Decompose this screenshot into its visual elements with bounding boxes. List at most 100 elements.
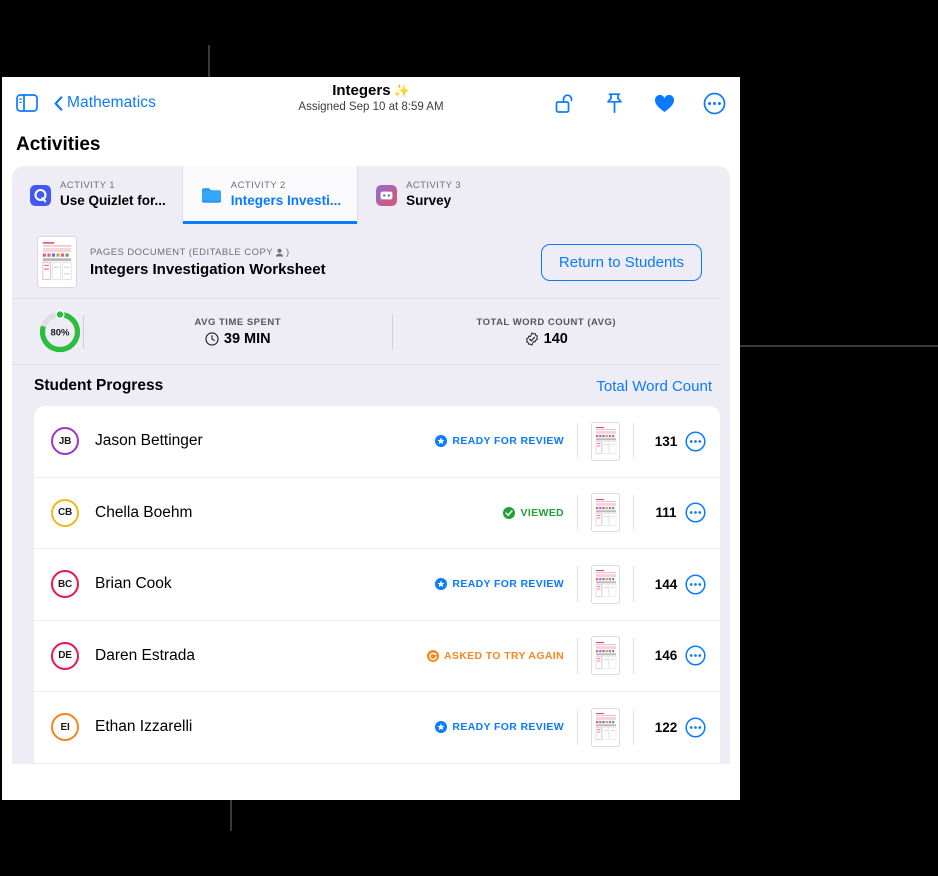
student-progress-list: JB Jason Bettinger READY FOR REVIEW 131 … (34, 406, 720, 764)
more-options-icon[interactable] (685, 717, 706, 738)
activities-card: ACTIVITY 1 Use Quizlet for... ACTIVITY 2… (12, 166, 730, 764)
status-badge-label: ASKED TO TRY AGAIN (443, 649, 564, 662)
worksheet-thumbnail-art (40, 239, 74, 285)
burst-circle-icon (435, 578, 448, 591)
word-count-value: 111 (655, 505, 677, 521)
completion-ring-label: 80% (50, 327, 70, 338)
activity-tabs: ACTIVITY 1 Use Quizlet for... ACTIVITY 2… (12, 166, 730, 224)
status-badge: VIEWED (503, 506, 564, 519)
worksheet-thumbnail-art (593, 639, 618, 672)
tab-activity-3-label: Survey (406, 192, 452, 208)
row-divider (633, 494, 634, 531)
table-row[interactable]: JB Jason Bettinger READY FOR REVIEW 131 (34, 406, 720, 478)
tab-activity-2-label: Integers Investi... (230, 192, 342, 208)
worksheet-thumbnail-art (593, 568, 618, 601)
row-divider (633, 423, 634, 460)
document-row: PAGES DOCUMENT (EDITABLE COPY ) Integers… (12, 224, 720, 299)
person-icon (275, 248, 284, 257)
avatar: CB (51, 498, 79, 527)
document-name: Integers Investigation Worksheet (90, 260, 326, 278)
completion-ring: 80% (37, 309, 83, 355)
status-badge-label: VIEWED (520, 506, 564, 519)
tab-activity-2[interactable]: ACTIVITY 2 Integers Investi... (182, 166, 359, 224)
avatar: JB (51, 427, 79, 456)
word-count-value: 122 (654, 719, 678, 735)
clock-icon (205, 331, 219, 346)
total-word-count-link[interactable]: Total Word Count (596, 378, 712, 395)
worksheet-thumbnail[interactable] (591, 493, 620, 533)
tab-activity-3[interactable]: ACTIVITY 3 Survey (358, 166, 477, 224)
worksheet-thumbnail[interactable] (591, 707, 620, 747)
completion-ring-art: 80% (39, 309, 81, 352)
document-kicker-text: PAGES DOCUMENT (EDITABLE COPY (90, 246, 274, 258)
stat-word-count-value: 140 (543, 330, 568, 347)
student-progress-header: Student Progress Total Word Count (12, 365, 730, 406)
stat-avg-time-spent: AVG TIME SPENT 39 MIN (84, 317, 392, 347)
status-badge: READY FOR REVIEW (435, 721, 564, 734)
tab-activity-3-kicker: ACTIVITY 3 (406, 180, 462, 192)
row-divider (577, 494, 578, 531)
worksheet-thumbnail-art (593, 711, 618, 744)
tab-activity-1-kicker: ACTIVITY 1 (60, 180, 116, 192)
app-window: Mathematics Integers ✨ Assigned Sep 10 a… (2, 77, 740, 800)
more-options-icon[interactable] (685, 431, 706, 452)
worksheet-thumbnail-art (593, 425, 618, 458)
worksheet-thumbnail-art (593, 496, 618, 529)
status-badge-label: READY FOR REVIEW (452, 435, 564, 448)
table-row[interactable]: DE Daren Estrada ASKED TO TRY AGAIN 146 (34, 621, 720, 692)
worksheet-thumbnail[interactable] (37, 236, 77, 288)
stat-total-word-count: TOTAL WORD COUNT (AVG) 140 (393, 317, 701, 347)
document-meta: PAGES DOCUMENT (EDITABLE COPY ) Integers… (90, 247, 326, 278)
worksheet-thumbnail[interactable] (591, 564, 620, 604)
row-divider (633, 637, 634, 674)
more-options-icon[interactable] (685, 645, 706, 666)
stat-avg-time-value: 39 MIN (223, 330, 271, 347)
row-divider (577, 423, 578, 460)
stat-word-count-label: TOTAL WORD COUNT (AVG) (476, 316, 617, 328)
avatar: BC (51, 570, 79, 599)
table-row[interactable]: EI Ethan Izzarelli READY FOR REVIEW 122 (34, 692, 720, 764)
folder-icon (201, 187, 221, 203)
status-badge-label: READY FOR REVIEW (452, 578, 564, 591)
more-options-icon[interactable] (685, 502, 706, 523)
stat-word-count-value-row: 140 (525, 331, 568, 347)
student-name: Brian Cook (95, 575, 172, 593)
quizlet-icon (30, 184, 51, 206)
assignment-subtitle: Assigned Sep 10 at 8:59 AM (298, 101, 444, 113)
tab-activity-1-label: Use Quizlet for... (60, 192, 166, 208)
student-name: Daren Estrada (95, 646, 195, 664)
word-count-value: 146 (654, 648, 678, 664)
row-divider (577, 637, 578, 674)
status-badge: READY FOR REVIEW (435, 578, 564, 591)
document-kicker: PAGES DOCUMENT (EDITABLE COPY ) (90, 247, 326, 258)
stats-bar: 80% AVG TIME SPENT 39 MIN TOTAL WORD COU… (12, 299, 720, 365)
burst-circle-icon (435, 721, 448, 734)
status-badge: READY FOR REVIEW (435, 435, 564, 448)
row-divider (633, 709, 634, 746)
tab-activity-2-text: ACTIVITY 2 Integers Investi... (231, 180, 341, 210)
burst-circle-icon (435, 435, 448, 448)
word-count-value: 144 (654, 576, 678, 592)
student-name: Ethan Izzarelli (95, 718, 193, 736)
avatar: EI (51, 713, 79, 742)
tab-activity-1[interactable]: ACTIVITY 1 Use Quizlet for... (12, 166, 183, 224)
return-to-students-button[interactable]: Return to Students (540, 243, 702, 281)
worksheet-thumbnail[interactable] (591, 636, 620, 676)
row-divider (577, 709, 578, 746)
tab-activity-2-kicker: ACTIVITY 2 (230, 180, 286, 192)
more-options-icon[interactable] (685, 574, 706, 595)
toolbar: Mathematics Integers ✨ Assigned Sep 10 a… (2, 77, 740, 129)
stat-avg-time-label: AVG TIME SPENT (194, 316, 282, 328)
page-title: Activities (16, 134, 101, 155)
assignment-title: Integers (332, 82, 391, 99)
table-row[interactable]: CB Chella Boehm VIEWED 111 (34, 478, 720, 549)
status-badge-label: READY FOR REVIEW (452, 721, 564, 734)
status-badge: ASKED TO TRY AGAIN (426, 649, 564, 662)
table-row[interactable]: BC Brian Cook READY FOR REVIEW 144 (34, 549, 720, 621)
retry-circle-icon (426, 649, 439, 662)
avatar: DE (51, 641, 79, 670)
student-name: Jason Bettinger (95, 432, 203, 450)
stat-avg-time-value-row: 39 MIN (205, 331, 271, 347)
worksheet-thumbnail[interactable] (591, 421, 620, 461)
document-kicker-close: ) (286, 246, 290, 258)
